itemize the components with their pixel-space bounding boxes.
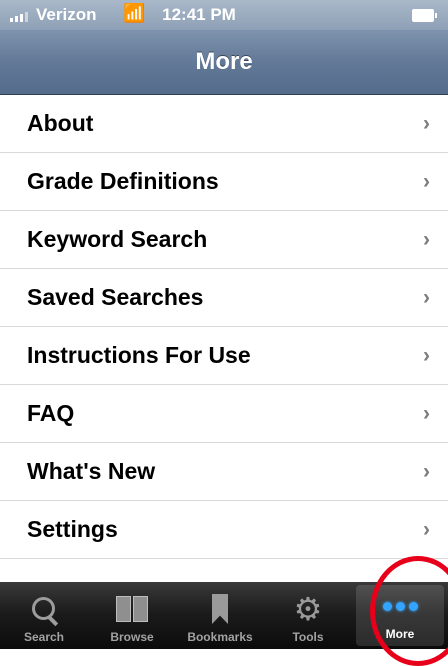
chevron-right-icon: › xyxy=(423,170,430,193)
menu-item-label: About xyxy=(27,110,94,136)
tab-browse[interactable]: Browse xyxy=(88,582,176,649)
tab-label: More xyxy=(385,627,415,641)
menu-item-about[interactable]: About › xyxy=(0,95,448,153)
menu-item-grade-definitions[interactable]: Grade Definitions › xyxy=(0,153,448,211)
gear-icon: ⚙ xyxy=(293,591,323,627)
chevron-right-icon: › xyxy=(423,344,430,367)
chevron-right-icon: › xyxy=(423,286,430,309)
page-title: More xyxy=(195,48,253,75)
menu-item-instructions-for-use[interactable]: Instructions For Use › xyxy=(0,327,448,385)
book-icon xyxy=(112,592,152,626)
menu-item-label: Grade Definitions xyxy=(27,168,219,194)
tab-label: Bookmarks xyxy=(187,630,253,644)
battery-icon xyxy=(412,9,437,22)
tab-label: Tools xyxy=(292,630,324,644)
menu-item-whats-new[interactable]: What's New › xyxy=(0,443,448,501)
status-bar: Verizon 📶 12:41 PM xyxy=(0,0,448,30)
tab-bookmarks[interactable]: Bookmarks xyxy=(176,582,264,649)
tab-bar: Search Browse Bookmarks ⚙ Tools More xyxy=(0,582,448,649)
chevron-right-icon: › xyxy=(423,228,430,251)
menu-item-keyword-search[interactable]: Keyword Search › xyxy=(0,211,448,269)
magnifier-icon xyxy=(24,592,64,627)
menu-item-label: Saved Searches xyxy=(27,284,204,310)
bookmark-icon xyxy=(200,592,240,626)
menu-item-label: FAQ xyxy=(27,400,75,426)
menu-item-faq[interactable]: FAQ › xyxy=(0,385,448,443)
menu-item-label: What's New xyxy=(27,458,156,484)
tab-label: Browse xyxy=(110,630,154,644)
chevron-right-icon: › xyxy=(423,518,430,541)
tab-label: Search xyxy=(23,630,65,644)
chevron-right-icon: › xyxy=(423,402,430,425)
menu-item-settings[interactable]: Settings › xyxy=(0,501,448,559)
chevron-right-icon: › xyxy=(423,460,430,483)
chevron-right-icon: › xyxy=(423,112,430,135)
menu-item-label: Keyword Search xyxy=(27,226,208,252)
menu-item-partial[interactable] xyxy=(0,559,448,582)
menu-item-saved-searches[interactable]: Saved Searches › xyxy=(0,269,448,327)
menu-item-label: Instructions For Use xyxy=(27,342,251,368)
tab-tools[interactable]: ⚙ Tools xyxy=(264,582,352,649)
tab-search[interactable]: Search xyxy=(0,582,88,649)
clock: 12:41 PM xyxy=(162,5,236,24)
more-menu-list[interactable]: About › Grade Definitions › Keyword Sear… xyxy=(0,95,448,582)
more-dots-icon xyxy=(380,589,420,623)
navigation-bar: More xyxy=(0,30,448,95)
menu-item-label: Settings xyxy=(27,516,118,542)
tab-more[interactable]: More xyxy=(356,585,444,646)
